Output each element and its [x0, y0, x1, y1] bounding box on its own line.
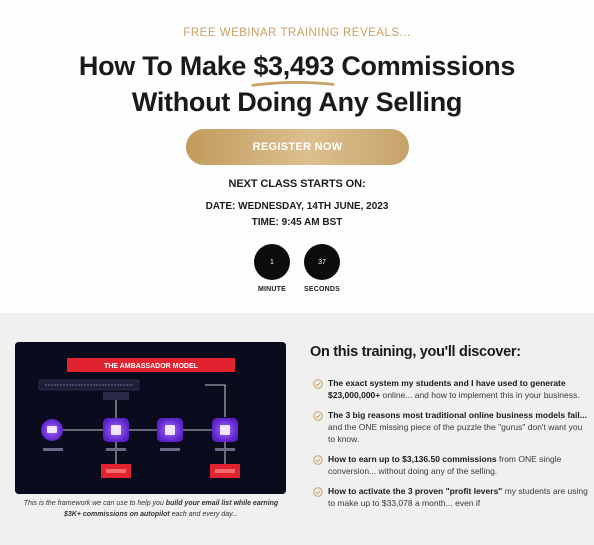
eyebrow-text: FREE WEBINAR TRAINING REVEALS...: [183, 27, 411, 39]
benefit-lead: The 3 big reasons most traditional onlin…: [328, 410, 587, 420]
benefit-item: How to earn up to $3,136.50 commissions …: [313, 453, 588, 477]
headline-pre: How To Make: [78, 51, 254, 81]
caption-bold: build your email list: [165, 500, 232, 507]
class-date: DATE: WEDNESDAY, 14TH JUNE, 2023: [205, 201, 389, 212]
benefit-rest: and the ONE missing piece of the puzzle …: [328, 422, 583, 444]
benefit-text: The 3 big reasons most traditional onlin…: [328, 409, 588, 445]
framework-diagram-icon: THE AMBASSADOR MODEL: [15, 342, 286, 494]
page-headline: How To Make $3,493 Commissions Without D…: [0, 48, 594, 120]
check-circle-icon: [313, 487, 323, 497]
headline-post: Commissions: [334, 51, 516, 81]
check-circle-icon: [313, 379, 323, 389]
benefits-list: The exact system my students and I have …: [313, 377, 588, 517]
headline-amount: $3,493: [251, 48, 335, 87]
framework-title: THE AMBASSADOR MODEL: [104, 363, 199, 370]
countdown-timer: 1 MINUTE 37 SECONDS: [0, 244, 594, 293]
benefit-item: The exact system my students and I have …: [313, 377, 588, 401]
framework-caption: This is the framework we can use to help…: [20, 498, 282, 520]
benefit-text: The exact system my students and I have …: [328, 377, 588, 401]
caption-post: each and every day...: [169, 511, 238, 518]
timer-minute-label: MINUTE: [257, 286, 287, 293]
check-circle-icon: [313, 455, 323, 465]
caption-pre: This is the framework we can use to help…: [23, 500, 166, 507]
ambassador-model-image: THE AMBASSADOR MODEL: [15, 342, 286, 494]
timer-seconds-label: SECONDS: [303, 286, 341, 293]
discover-heading: On this training, you'll discover:: [310, 344, 521, 360]
hero-section: FREE WEBINAR TRAINING REVEALS... How To …: [0, 0, 594, 313]
headline-line2: Without Doing Any Selling: [131, 87, 463, 117]
timer-seconds: 37 SECONDS: [302, 244, 342, 293]
benefit-item: The 3 big reasons most traditional onlin…: [313, 409, 588, 445]
class-schedule: DATE: WEDNESDAY, 14TH JUNE, 2023 TIME: 9…: [0, 199, 594, 231]
timer-minute: 1 MINUTE: [252, 244, 292, 293]
benefit-lead: How to earn up to $3,136.50 commissions: [328, 454, 497, 464]
benefit-text: How to activate the 3 proven "profit lev…: [328, 485, 588, 509]
check-circle-icon: [313, 411, 323, 421]
headline-amount-text: $3,493: [253, 51, 335, 81]
benefit-rest: online... and how to implement this in y…: [380, 390, 580, 400]
underline-swoosh-icon: [251, 81, 335, 87]
class-time: TIME: 9:45 AM BST: [251, 217, 343, 228]
benefit-item: How to activate the 3 proven "profit lev…: [313, 485, 588, 509]
benefit-lead: How to activate the 3 proven "profit lev…: [328, 486, 503, 496]
timer-minute-value: 1: [254, 244, 290, 280]
register-now-button[interactable]: REGISTER NOW: [186, 129, 409, 165]
timer-seconds-value: 37: [304, 244, 340, 280]
next-class-label: NEXT CLASS STARTS ON:: [228, 178, 366, 190]
benefit-text: How to earn up to $3,136.50 commissions …: [328, 453, 588, 477]
